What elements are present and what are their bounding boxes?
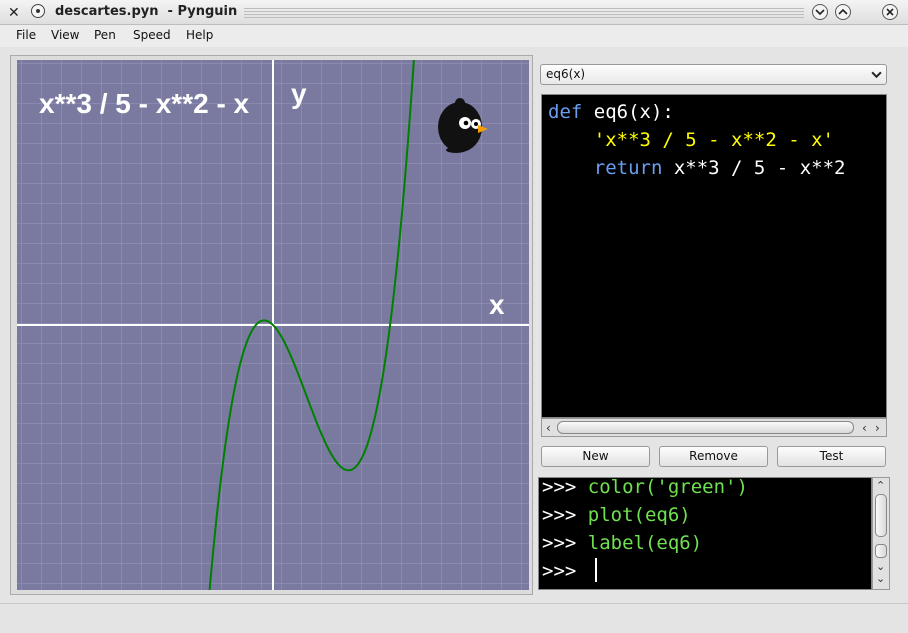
minimize-button[interactable] xyxy=(812,4,828,20)
chevron-right-icon[interactable]: › xyxy=(875,421,880,435)
code-signature: eq6(x): xyxy=(593,101,674,123)
menu-help[interactable]: Help xyxy=(186,28,213,42)
title-decoration xyxy=(244,8,804,18)
code-editor[interactable]: def eq6(x): 'x**3 / 5 - x**2 - x' return… xyxy=(541,94,887,418)
code-keyword-def: def xyxy=(548,101,583,123)
function-selector[interactable]: eq6(x) xyxy=(540,64,887,85)
code-return-expression: x**3 / 5 - x**2 xyxy=(673,157,846,179)
chevron-up-icon[interactable]: ⌃ xyxy=(876,479,885,492)
chevron-down-icon xyxy=(871,71,882,79)
function-selector-value: eq6(x) xyxy=(546,67,586,81)
chevron-left-icon-2[interactable]: ‹ xyxy=(862,421,867,435)
code-docstring: 'x**3 / 5 - x**2 - x' xyxy=(593,129,834,151)
menu-speed[interactable]: Speed xyxy=(133,28,171,42)
menu-pen[interactable]: Pen xyxy=(94,28,116,42)
canvas-label: x**3 / 5 - x**2 - x xyxy=(39,88,250,119)
editor-scroll-thumb[interactable] xyxy=(557,421,854,434)
console-scroll-thumb-lower[interactable] xyxy=(875,544,887,558)
x-axis-label: x xyxy=(489,289,505,320)
console-input-line[interactable]: >>> xyxy=(542,560,588,582)
chevron-up-icon xyxy=(838,8,848,15)
menu-file[interactable]: File xyxy=(16,28,36,42)
interactive-console[interactable]: >>> color('green') >>> plot(eq6) >>> lab… xyxy=(538,477,872,590)
console-line: >>> label(eq6) xyxy=(542,532,703,554)
drawing-canvas[interactable]: x**3 / 5 - x**2 - x y x xyxy=(17,60,529,590)
code-keyword-return: return xyxy=(593,157,663,179)
chevron-down-icon xyxy=(815,9,825,16)
menu-view[interactable]: View xyxy=(51,28,79,42)
status-bar xyxy=(0,603,908,633)
title-bar: ✕ descartes.pyn - Pynguin xyxy=(0,0,908,25)
close-icon xyxy=(886,8,894,16)
close-button[interactable] xyxy=(882,4,898,20)
test-button[interactable]: Test xyxy=(777,446,886,467)
menu-bar: File View Pen Speed Help xyxy=(0,25,908,47)
chevron-left-icon[interactable]: ‹ xyxy=(546,421,551,435)
app-icon[interactable]: ✕ xyxy=(8,5,20,21)
console-vertical-scrollbar[interactable]: ⌃ ⌄ ⌄ xyxy=(872,477,890,590)
text-cursor xyxy=(595,558,597,582)
code-line-3: return x**3 / 5 - x**2 xyxy=(548,157,846,179)
console-line: >>> color('green') xyxy=(542,477,748,498)
code-line-2: 'x**3 / 5 - x**2 - x' xyxy=(548,129,834,151)
editor-horizontal-scrollbar[interactable]: ‹ ‹ › xyxy=(541,418,887,437)
console-scroll-thumb[interactable] xyxy=(875,494,887,537)
new-button[interactable]: New xyxy=(541,446,650,467)
remove-button[interactable]: Remove xyxy=(659,446,768,467)
maximize-button[interactable] xyxy=(835,4,851,20)
console-line: >>> plot(eq6) xyxy=(542,504,691,526)
code-line-1: def eq6(x): xyxy=(548,101,674,123)
chevron-down-icon-2[interactable]: ⌄ xyxy=(876,572,885,585)
window-title: descartes.pyn - Pynguin xyxy=(55,4,238,19)
pin-button[interactable] xyxy=(31,4,45,18)
y-axis-label: y xyxy=(291,78,307,109)
